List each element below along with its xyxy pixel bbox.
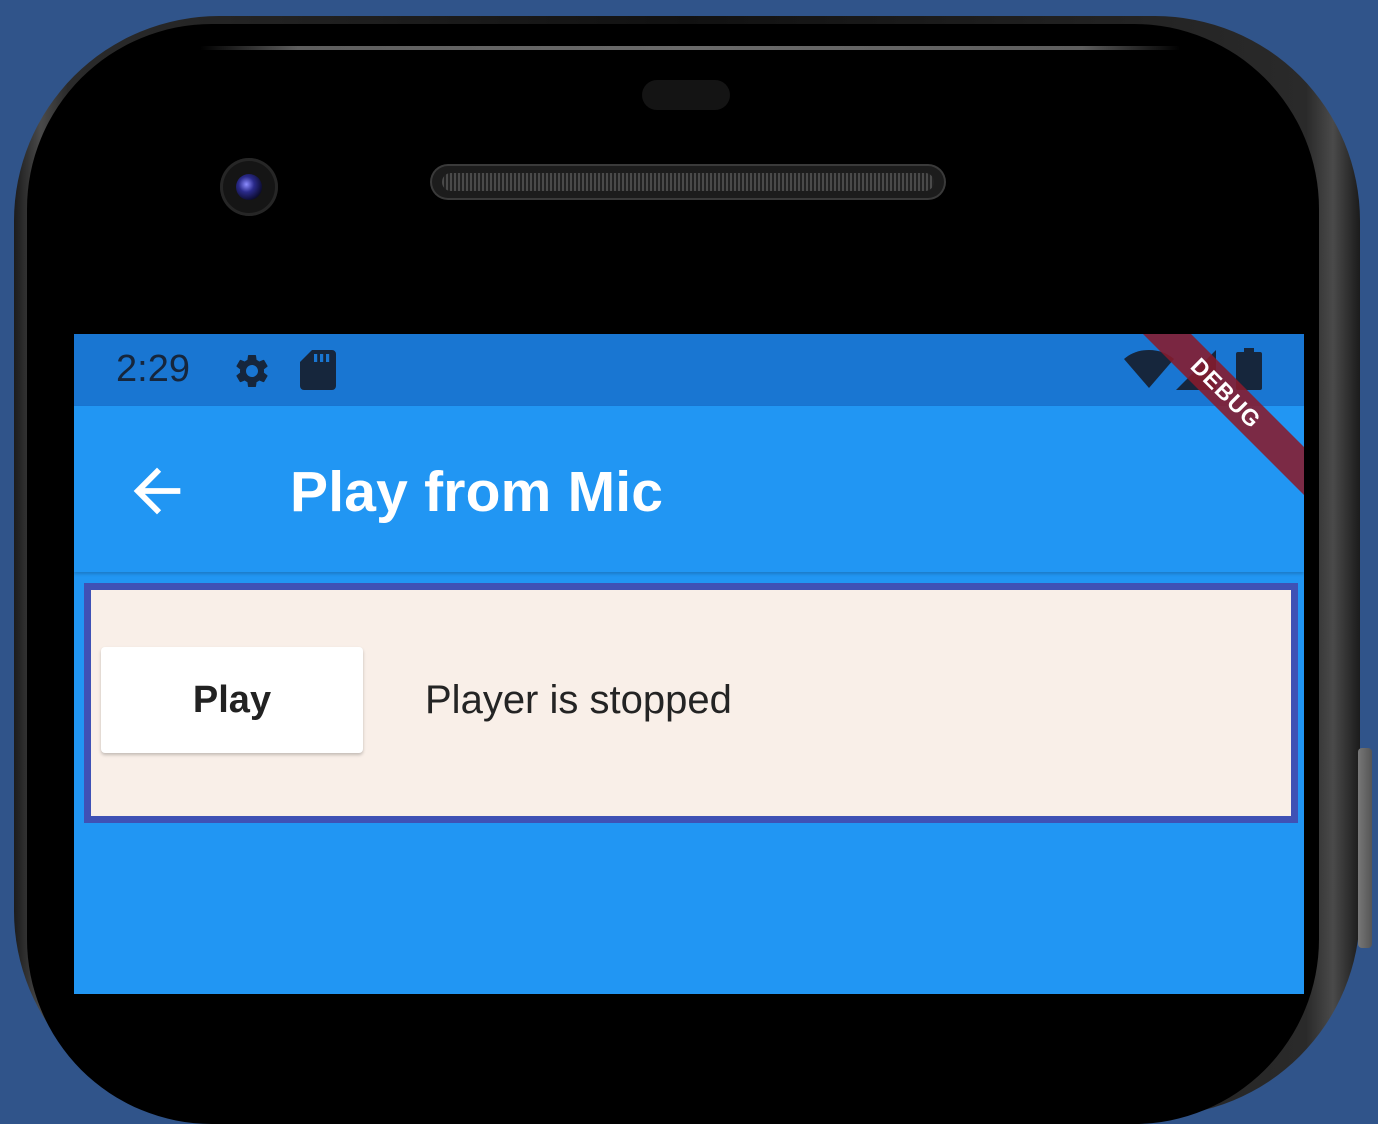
front-camera-icon (220, 158, 278, 216)
settings-icon (236, 354, 268, 387)
earpiece-speaker (432, 166, 944, 198)
power-button[interactable] (1358, 748, 1372, 948)
status-time: 2:29 (116, 348, 190, 390)
play-button[interactable]: Play (101, 647, 363, 753)
player-panel: Play Player is stopped (84, 583, 1298, 823)
device-screen: 2:29 Play from Mic DEBUG Play Player is … (74, 334, 1304, 994)
back-arrow-icon (133, 467, 181, 515)
player-status-text: Player is stopped (425, 678, 732, 722)
phone-edge-highlight (200, 46, 1180, 50)
page-title: Play from Mic (290, 460, 664, 524)
app-bar: Play from Mic (74, 406, 1304, 572)
proximity-sensor (642, 80, 730, 110)
status-bar: 2:29 (74, 334, 1304, 406)
sd-card-icon (300, 350, 336, 390)
back-button[interactable] (122, 456, 192, 526)
